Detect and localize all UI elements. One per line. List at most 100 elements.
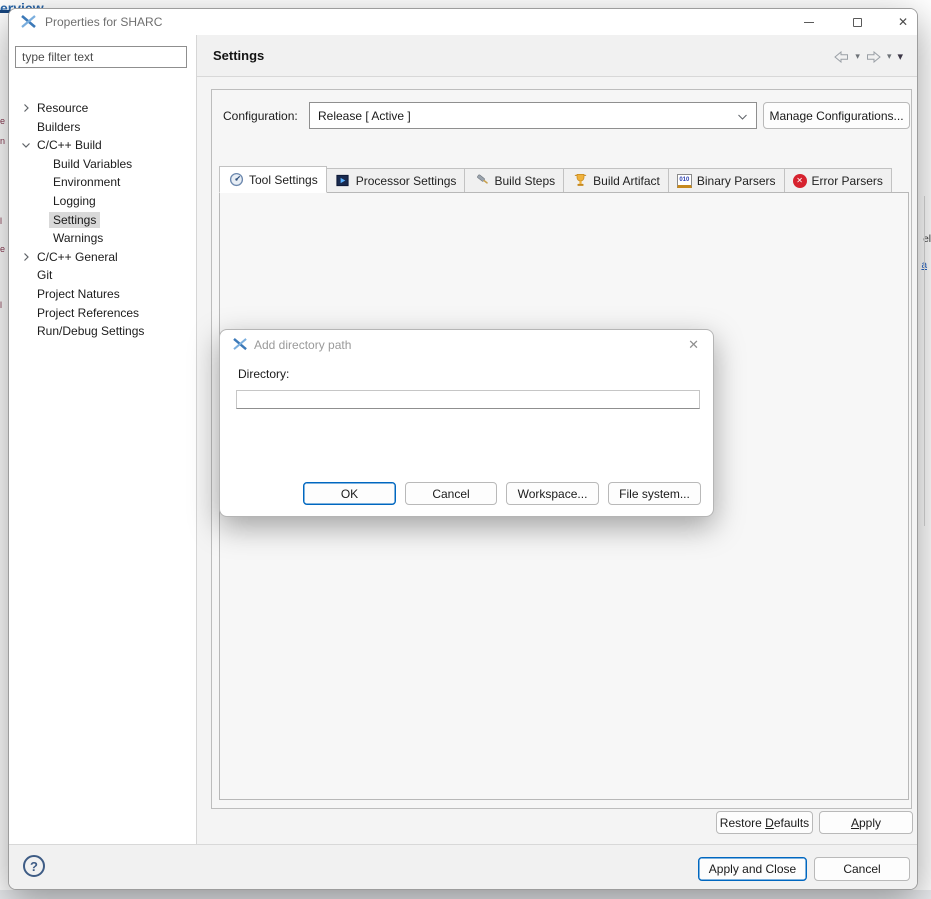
sidebar-item-label: Project References — [37, 306, 139, 320]
manage-configurations-button[interactable]: Manage Configurations... — [763, 102, 910, 129]
dialog-titlebar[interactable]: Properties for SHARC ✕ — [9, 9, 918, 35]
minimize-icon — [804, 22, 814, 23]
apply-label: Apply — [851, 816, 881, 830]
minimize-button[interactable] — [789, 9, 829, 35]
sidebar-item-cpp-general[interactable]: C/C++ General — [9, 248, 197, 266]
chevron-right-icon[interactable] — [21, 103, 31, 113]
page-title: Settings — [213, 48, 264, 63]
close-button[interactable]: ✕ — [883, 9, 918, 35]
modal-cancel-button[interactable]: Cancel — [405, 482, 497, 505]
file-system-button[interactable]: File system... — [608, 482, 701, 505]
configuration-value: Release [ Active ] — [318, 109, 411, 123]
view-menu-icon[interactable]: ▾ — [897, 50, 903, 63]
directory-label: Directory: — [238, 367, 289, 381]
tab-error-parsers[interactable]: ✕ Error Parsers — [785, 168, 892, 193]
filter-input[interactable] — [15, 46, 187, 68]
background-text-fragment: n — [0, 136, 5, 146]
sidebar-item-environment[interactable]: Environment — [9, 173, 197, 191]
background-text-fragment: e — [0, 244, 5, 254]
help-button[interactable]: ? — [23, 855, 45, 877]
tab-label: Tool Settings — [249, 173, 318, 187]
error-icon: ✕ — [793, 174, 807, 188]
tab-tool-settings[interactable]: Tool Settings — [219, 166, 327, 193]
background-strip — [0, 890, 931, 899]
binary-icon-text: 010 — [679, 177, 689, 183]
sidebar-item-label: Environment — [53, 175, 120, 189]
tab-label: Binary Parsers — [697, 174, 776, 188]
settings-tabs: Tool Settings Processor Settings Build S… — [219, 166, 892, 193]
sidebar-item-label: C/C++ Build — [37, 138, 102, 152]
maximize-icon — [853, 18, 862, 27]
cancel-label: Cancel — [843, 862, 880, 876]
sidebar-item-label: Builders — [37, 120, 80, 134]
directory-input[interactable] — [236, 390, 700, 409]
sidebar-item-cpp-build[interactable]: C/C++ Build — [9, 136, 197, 154]
settings-page-header: Settings ▾ ▾ ▾ — [197, 35, 918, 77]
modal-title: Add directory path — [254, 338, 351, 352]
back-arrow-icon[interactable] — [834, 51, 849, 63]
crosscore-logo-icon — [233, 338, 248, 351]
sidebar-item-label: Resource — [37, 101, 88, 115]
gauge-icon — [228, 172, 244, 188]
tab-label: Error Parsers — [812, 174, 883, 188]
chip-icon — [335, 173, 351, 189]
properties-sidebar: Resource Builders C/C++ Build Build Vari… — [9, 35, 197, 844]
tab-label: Build Steps — [494, 174, 555, 188]
hammer-icon — [473, 173, 489, 189]
question-mark-icon: ? — [30, 859, 38, 874]
add-directory-path-dialog: Add directory path ✕ Directory: OK Cance… — [219, 329, 714, 517]
sidebar-item-warnings[interactable]: Warnings — [9, 229, 197, 247]
tab-build-artifact[interactable]: Build Artifact — [564, 168, 669, 193]
sidebar-item-label: Run/Debug Settings — [37, 324, 144, 338]
sidebar-item-label: C/C++ General — [37, 250, 118, 264]
configuration-combobox[interactable]: Release [ Active ] — [309, 102, 757, 129]
properties-dialog: Properties for SHARC ✕ Resource Builders… — [8, 8, 918, 890]
background-divider — [924, 196, 925, 526]
forward-arrow-icon[interactable] — [866, 51, 881, 63]
sidebar-item-builders[interactable]: Builders — [9, 118, 197, 136]
apply-and-close-label: Apply and Close — [709, 862, 796, 876]
workspace-label: Workspace... — [518, 487, 588, 501]
tab-processor-settings[interactable]: Processor Settings — [327, 168, 466, 193]
sidebar-item-label: Warnings — [53, 231, 103, 245]
back-history-dropdown-icon[interactable]: ▾ — [855, 51, 860, 62]
sidebar-item-build-variables[interactable]: Build Variables — [9, 155, 197, 173]
apply-button[interactable]: Apply — [819, 811, 913, 834]
background-text-fragment: l — [0, 216, 2, 226]
configuration-label: Configuration: — [223, 109, 298, 123]
background-text-fragment: e — [0, 116, 5, 126]
sidebar-item-project-references[interactable]: Project References — [9, 304, 197, 322]
chevron-down-icon[interactable] — [21, 140, 31, 150]
chevron-right-icon[interactable] — [21, 252, 31, 262]
tab-label: Build Artifact — [593, 174, 660, 188]
manage-configurations-label: Manage Configurations... — [769, 109, 903, 123]
tab-label: Processor Settings — [356, 174, 457, 188]
ok-label: OK — [341, 487, 358, 501]
sidebar-item-logging[interactable]: Logging — [9, 192, 197, 210]
sidebar-item-label-selected: Settings — [49, 212, 100, 228]
workspace-button[interactable]: Workspace... — [506, 482, 599, 505]
forward-history-dropdown-icon[interactable]: ▾ — [887, 51, 892, 62]
maximize-button[interactable] — [837, 9, 877, 35]
sidebar-item-label: Project Natures — [37, 287, 120, 301]
sidebar-item-label: Git — [37, 268, 52, 282]
sidebar-item-git[interactable]: Git — [9, 266, 197, 284]
sidebar-item-resource[interactable]: Resource — [9, 99, 197, 117]
cancel-label: Cancel — [432, 487, 469, 501]
dialog-title: Properties for SHARC — [45, 15, 162, 29]
chevron-down-icon — [737, 113, 748, 121]
tab-build-steps[interactable]: Build Steps — [465, 168, 564, 193]
sidebar-item-project-natures[interactable]: Project Natures — [9, 285, 197, 303]
tab-binary-parsers[interactable]: 010 Binary Parsers — [669, 168, 785, 193]
cancel-button[interactable]: Cancel — [814, 857, 910, 881]
close-icon[interactable]: ✕ — [688, 337, 699, 353]
sidebar-item-settings[interactable]: Settings — [9, 211, 197, 229]
apply-and-close-button[interactable]: Apply and Close — [698, 857, 807, 881]
trophy-icon — [572, 173, 588, 189]
sidebar-item-run-debug-settings[interactable]: Run/Debug Settings — [9, 322, 197, 340]
restore-defaults-button[interactable]: Restore Defaults — [716, 811, 813, 834]
binary-icon: 010 — [677, 174, 692, 188]
ok-button[interactable]: OK — [303, 482, 396, 505]
sidebar-item-label: Build Variables — [53, 157, 132, 171]
sidebar-item-label: Logging — [53, 194, 96, 208]
